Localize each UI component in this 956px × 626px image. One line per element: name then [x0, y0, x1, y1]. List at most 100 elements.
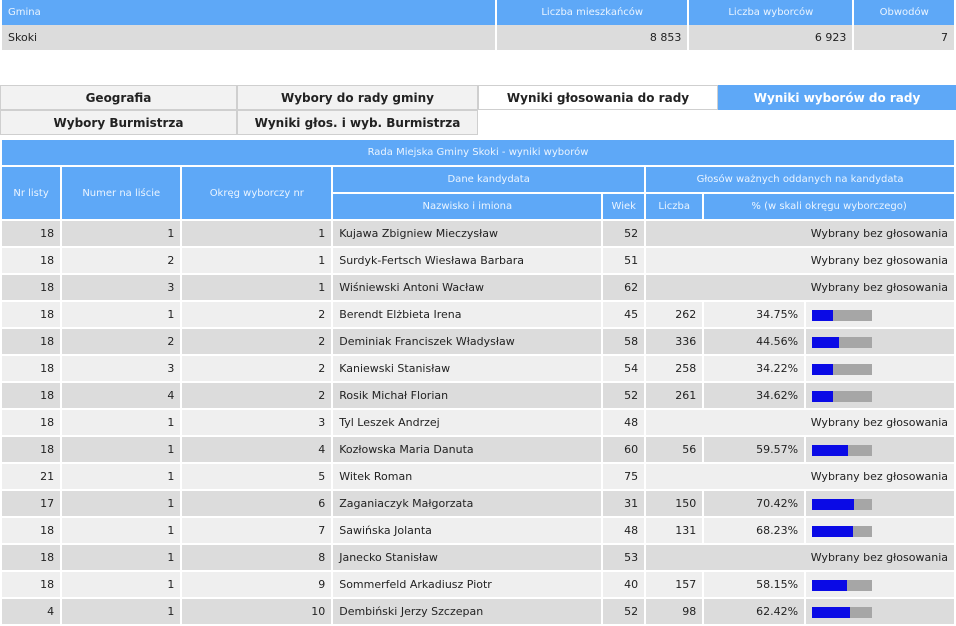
cell-liczba: 336: [646, 329, 703, 354]
cell-liczba: 56: [646, 437, 703, 462]
col-nazwisko: Nazwisko i imiona: [333, 194, 602, 219]
percent-bar-fill: [812, 606, 850, 618]
cell-numer: 2: [62, 248, 181, 273]
cell-bar: [806, 356, 954, 381]
percent-bar-fill: [812, 579, 847, 591]
percent-bar-fill: [812, 363, 833, 375]
cell-nazwisko: Rosik Michał Florian: [333, 383, 602, 408]
cell-okreg: 4: [182, 437, 332, 462]
table-row: 18 3 2 Kaniewski Stanisław 54 258 34.22%: [2, 356, 954, 381]
cell-procent: 34.75%: [704, 302, 805, 327]
cell-wiek: 48: [603, 518, 645, 543]
cell-okreg: 2: [182, 302, 332, 327]
cell-procent: 68.23%: [704, 518, 805, 543]
percent-bar: [812, 390, 873, 402]
summary-header-mieszkancow: Liczba mieszkańców: [497, 0, 688, 25]
percent-bar: [812, 606, 873, 618]
table-row: 18 1 1 Kujawa Zbigniew Mieczysław 52 Wybrany …: [2, 221, 954, 246]
percent-bar-fill: [812, 498, 855, 510]
cell-elected-status: Wybrany bez głosowania: [646, 464, 954, 489]
cell-nr-listy: 17: [2, 491, 61, 516]
cell-procent: 44.56%: [704, 329, 805, 354]
tab-wybory-burmistrza[interactable]: Wybory Burmistrza: [0, 110, 237, 135]
tab-geografia[interactable]: Geografia: [0, 85, 237, 110]
cell-nr-listy: 18: [2, 356, 61, 381]
cell-numer: 1: [62, 437, 181, 462]
cell-okreg: 2: [182, 329, 332, 354]
percent-bar-fill: [812, 336, 839, 348]
percent-bar: [812, 309, 873, 321]
table-row: 18 1 3 Tyl Leszek Andrzej 48 Wybrany bez głos…: [2, 410, 954, 435]
group-glosow: Głosów ważnych oddanych na kandydata: [646, 167, 954, 192]
summary-header-obwodow: Obwodów: [854, 0, 954, 25]
summary-table: Gmina Liczba mieszkańców Liczba wyborców…: [0, 0, 956, 50]
cell-numer: 1: [62, 599, 181, 624]
percent-bar: [812, 525, 873, 537]
cell-wiek: 62: [603, 275, 645, 300]
cell-nazwisko: Surdyk-Fertsch Wiesława Barbara: [333, 248, 602, 273]
cell-nr-listy: 18: [2, 275, 61, 300]
cell-okreg: 5: [182, 464, 332, 489]
cell-nazwisko: Tyl Leszek Andrzej: [333, 410, 602, 435]
cell-elected-status: Wybrany bez głosowania: [646, 221, 954, 246]
cell-okreg: 1: [182, 248, 332, 273]
table-row: 18 3 1 Wiśniewski Antoni Wacław 62 Wybrany be…: [2, 275, 954, 300]
cell-procent: 34.22%: [704, 356, 805, 381]
cell-wiek: 51: [603, 248, 645, 273]
cell-nr-listy: 18: [2, 383, 61, 408]
col-nr-listy: Nr listy: [2, 167, 61, 219]
cell-procent: 58.15%: [704, 572, 805, 597]
cell-bar: [806, 302, 954, 327]
cell-nazwisko: Sawińska Jolanta: [333, 518, 602, 543]
cell-numer: 3: [62, 275, 181, 300]
cell-bar: [806, 572, 954, 597]
cell-numer: 1: [62, 302, 181, 327]
table-row: 18 2 2 Deminiak Franciszek Władysław 58 336 44…: [2, 329, 954, 354]
percent-bar: [812, 363, 873, 375]
percent-bar: [812, 498, 873, 510]
table-row: 21 1 5 Witek Roman 75 Wybrany bez głosowania: [2, 464, 954, 489]
cell-liczba: 258: [646, 356, 703, 381]
cell-nazwisko: Zaganiaczyk Małgorzata: [333, 491, 602, 516]
cell-wiek: 52: [603, 221, 645, 246]
cell-nr-listy: 18: [2, 410, 61, 435]
percent-bar: [812, 579, 873, 591]
tab-wybory-do-rady[interactable]: Wybory do rady gminy: [237, 85, 478, 110]
table-row: 18 1 9 Sommerfeld Arkadiusz Piotr 40 157 58.15…: [2, 572, 954, 597]
cell-bar: [806, 518, 954, 543]
cell-numer: 1: [62, 464, 181, 489]
tab-wyniki-glosowania[interactable]: Wyniki głosowania do rady: [478, 85, 718, 110]
cell-numer: 1: [62, 545, 181, 570]
tab-wyniki-wyborow[interactable]: Wyniki wyborów do rady: [718, 85, 956, 110]
cell-elected-status: Wybrany bez głosowania: [646, 275, 954, 300]
table-row: 18 1 7 Sawińska Jolanta 48 131 68.23%: [2, 518, 954, 543]
cell-bar: [806, 599, 954, 624]
tab-wyniki-burmistrza[interactable]: Wyniki głos. i wyb. Burmistrza: [237, 110, 478, 135]
cell-nr-listy: 4: [2, 599, 61, 624]
cell-elected-status: Wybrany bez głosowania: [646, 545, 954, 570]
summary-header-wyborcow: Liczba wyborców: [689, 0, 853, 25]
table-row: 18 1 4 Kozłowska Maria Danuta 60 56 59.57%: [2, 437, 954, 462]
cell-numer: 1: [62, 491, 181, 516]
cell-nazwisko: Kozłowska Maria Danuta: [333, 437, 602, 462]
cell-liczba: 157: [646, 572, 703, 597]
cell-nazwisko: Witek Roman: [333, 464, 602, 489]
cell-procent: 70.42%: [704, 491, 805, 516]
cell-nr-listy: 18: [2, 518, 61, 543]
cell-numer: 2: [62, 329, 181, 354]
cell-procent: 62.42%: [704, 599, 805, 624]
cell-nr-listy: 18: [2, 572, 61, 597]
summary-mieszkancow: 8 853: [497, 25, 688, 50]
cell-wiek: 75: [603, 464, 645, 489]
col-procent: % (w skali okręgu wyborczego): [704, 194, 954, 219]
percent-bar-fill: [812, 390, 833, 402]
cell-wiek: 48: [603, 410, 645, 435]
summary-obwodow: 7: [854, 25, 954, 50]
percent-bar-fill: [812, 525, 854, 537]
cell-bar: [806, 437, 954, 462]
cell-nazwisko: Janecko Stanisław: [333, 545, 602, 570]
cell-bar: [806, 383, 954, 408]
cell-liczba: 262: [646, 302, 703, 327]
cell-okreg: 1: [182, 221, 332, 246]
cell-wiek: 53: [603, 545, 645, 570]
